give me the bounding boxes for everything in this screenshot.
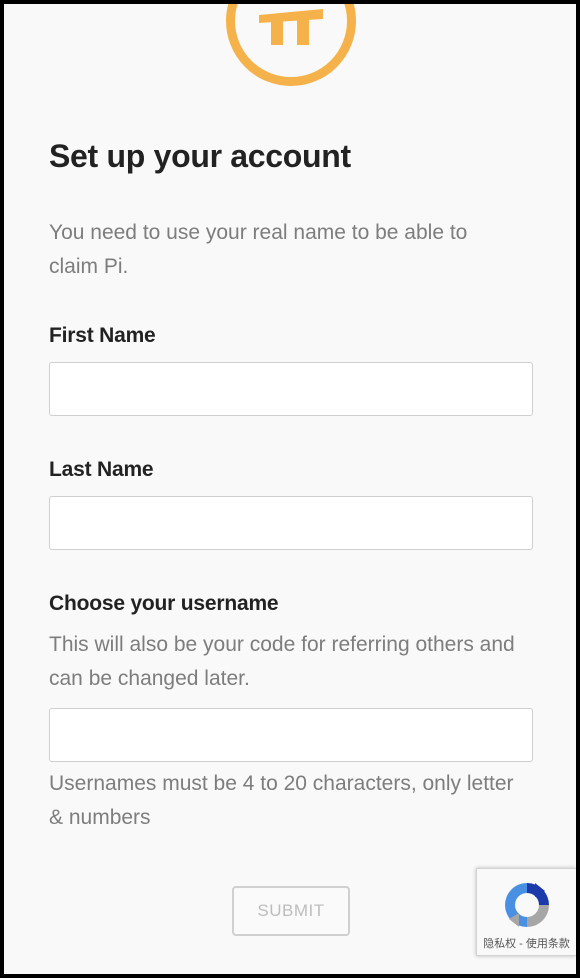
last-name-label: Last Name [49,458,154,481]
recaptcha-links[interactable]: 隐私权 - 使用条款 [477,933,576,955]
first-name-label: First Name [49,324,156,347]
submit-button[interactable]: SUBMIT [232,886,350,936]
last-name-input[interactable] [49,496,533,550]
first-name-input[interactable] [49,362,533,416]
username-label: Choose your username [49,592,279,615]
signup-screen: Set up your account You need to use your… [4,4,576,974]
pi-logo-icon [226,4,356,86]
username-input[interactable] [49,708,533,762]
intro-text: You need to use your real name to be abl… [49,221,468,278]
username-rules-text: Usernames must be 4 to 20 characters, on… [49,772,514,829]
recaptcha-badge[interactable]: 隐私权 - 使用条款 [476,868,576,956]
page-title: Set up your account [49,138,351,174]
username-help-text: This will also be your code for referrin… [49,633,515,690]
recaptcha-icon [505,883,549,927]
